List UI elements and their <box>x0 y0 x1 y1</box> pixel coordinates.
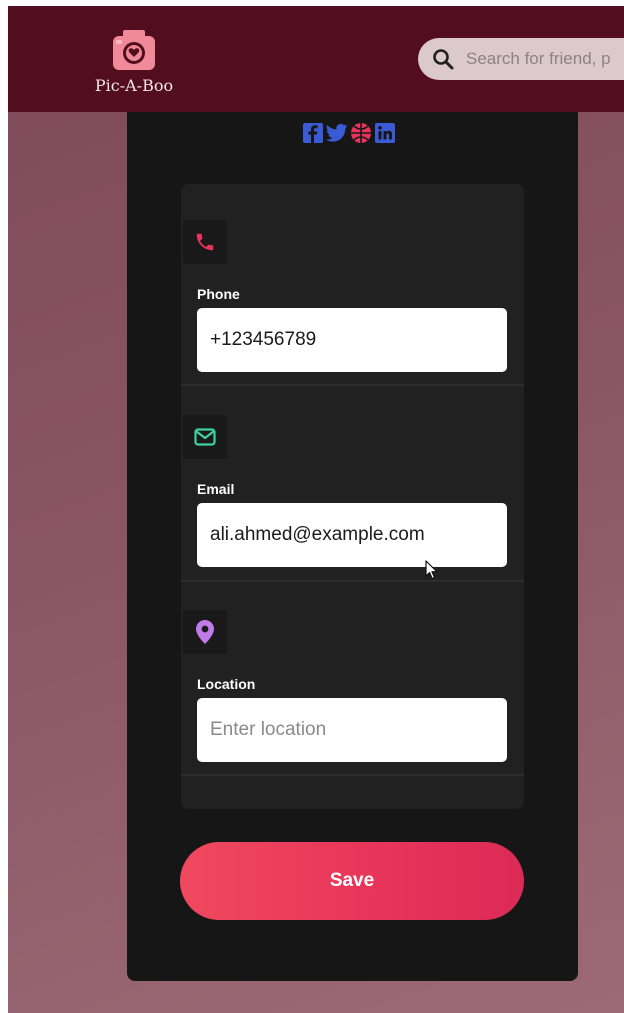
camera-heart-icon <box>113 30 155 70</box>
dribbble-icon[interactable] <box>350 122 372 144</box>
search-icon[interactable] <box>432 48 454 70</box>
brand-name: Pic-A-Boo <box>94 76 174 95</box>
save-button[interactable]: Save <box>180 842 524 920</box>
search-input[interactable] <box>464 48 624 70</box>
phone-icon-tile <box>183 220 227 264</box>
brand-logo[interactable]: Pic-A-Boo <box>86 28 182 95</box>
phone-field[interactable] <box>197 308 507 372</box>
twitter-icon[interactable] <box>326 122 348 144</box>
mail-icon-tile <box>183 415 227 459</box>
section-divider <box>181 384 524 386</box>
mouse-cursor-icon <box>425 560 438 580</box>
profile-card: Phone Email <box>127 112 578 981</box>
app-viewport: Pic-A-Boo Search for friend, p Phone +12… <box>8 6 624 1013</box>
mail-icon <box>194 428 216 446</box>
location-field[interactable] <box>197 698 507 762</box>
location-label: Location <box>197 676 256 692</box>
section-divider <box>181 774 524 776</box>
email-label: Email <box>197 481 235 497</box>
section-divider <box>181 580 524 582</box>
facebook-icon[interactable] <box>302 122 324 144</box>
search-bar[interactable] <box>418 38 624 80</box>
linkedin-icon[interactable] <box>374 122 396 144</box>
top-header: Pic-A-Boo <box>8 6 624 112</box>
location-pin-icon <box>196 620 214 644</box>
phone-icon <box>196 233 214 251</box>
location-icon-tile <box>183 610 227 654</box>
phone-label: Phone <box>197 286 240 302</box>
social-links <box>302 122 396 144</box>
contact-info-panel: Phone Email <box>181 184 524 809</box>
email-field[interactable] <box>197 503 507 567</box>
